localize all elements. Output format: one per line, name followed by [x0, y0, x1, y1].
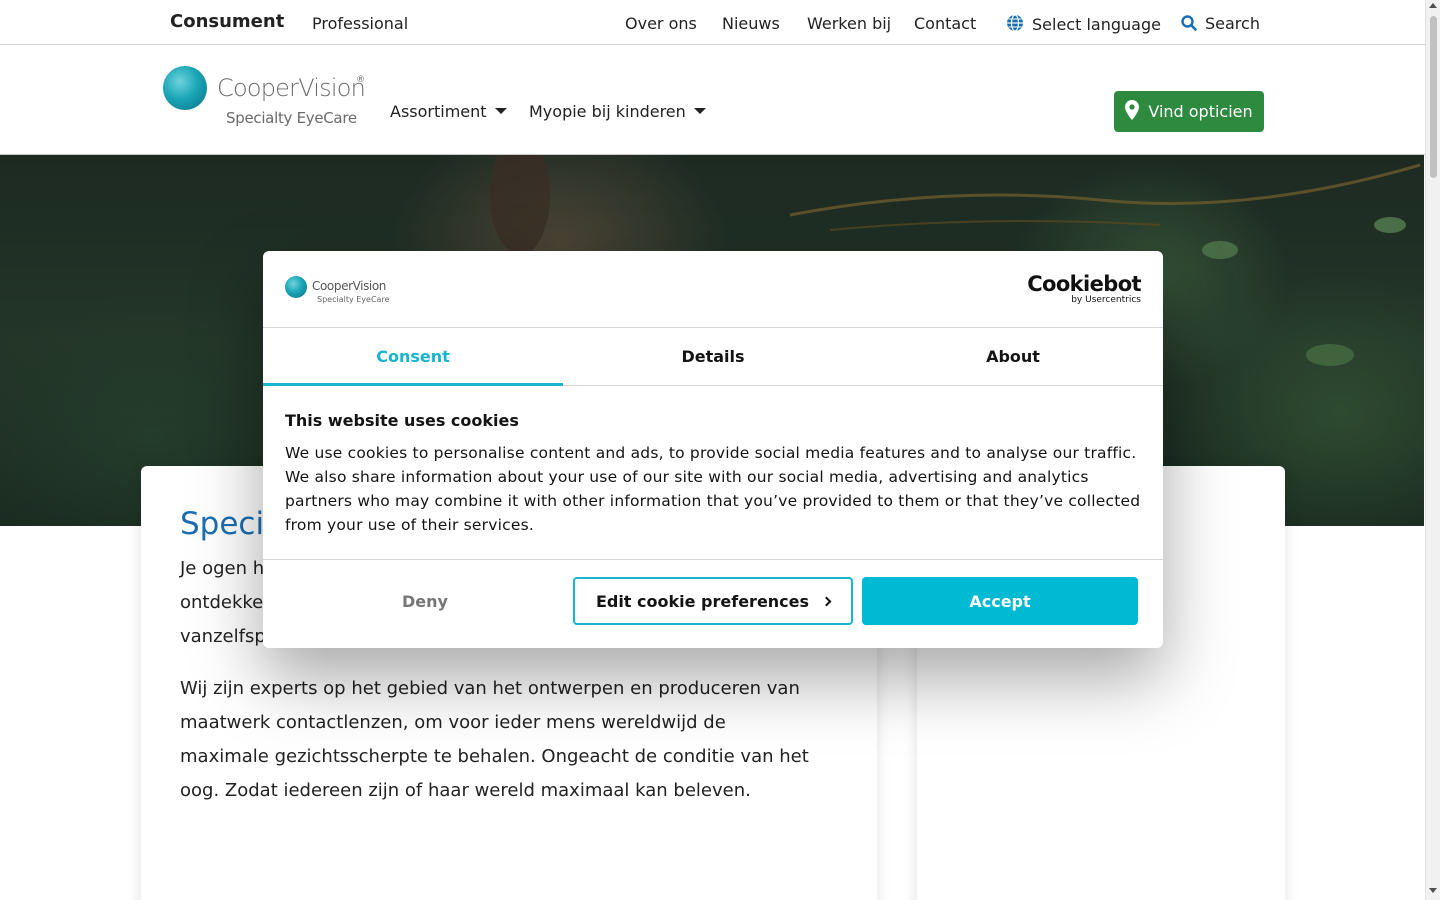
logo-globe-icon — [285, 276, 307, 298]
cookiebot-brand: Cookiebot — [1027, 272, 1141, 296]
dialog-header: CooperVision Specialty EyeCare Cookiebot… — [263, 251, 1163, 328]
dialog-logo-subtitle: Specialty EyeCare — [317, 295, 390, 304]
scroll-down-arrow-icon[interactable] — [1429, 888, 1437, 893]
cookiebot-brand-sub: by Usercentrics — [1071, 295, 1141, 305]
scrollbar-thumb[interactable] — [1430, 16, 1437, 178]
dialog-footer: Deny Edit cookie preferences Accept — [263, 559, 1163, 648]
tab-details[interactable]: Details — [563, 328, 863, 385]
dialog-description: We use cookies to personalise content an… — [285, 444, 1141, 534]
edit-cookie-preferences-label: Edit cookie preferences — [595, 591, 810, 611]
dialog-title: This website uses cookies — [285, 411, 519, 430]
tab-consent[interactable]: Consent — [263, 328, 563, 386]
dialog-logo-name: CooperVision — [312, 279, 387, 293]
dialog-coopervision-logo: CooperVision Specialty EyeCare — [285, 276, 405, 308]
scroll-up-arrow-icon[interactable] — [1429, 3, 1437, 8]
edit-cookie-preferences-button[interactable]: Edit cookie preferences — [573, 577, 853, 625]
chevron-right-icon — [821, 596, 832, 606]
accept-button[interactable]: Accept — [862, 577, 1138, 625]
tab-about[interactable]: About — [863, 328, 1163, 385]
deny-button[interactable]: Deny — [285, 577, 565, 625]
page-scrollbar[interactable] — [1425, 0, 1440, 900]
dialog-body: This website uses cookies We use cookies… — [285, 411, 1145, 537]
cookie-consent-dialog: CooperVision Specialty EyeCare Cookiebot… — [263, 251, 1163, 648]
dialog-tabs: Consent Details About — [263, 328, 1163, 386]
cookiebot-logo[interactable]: Cookiebot by Usercentrics — [1027, 273, 1141, 306]
